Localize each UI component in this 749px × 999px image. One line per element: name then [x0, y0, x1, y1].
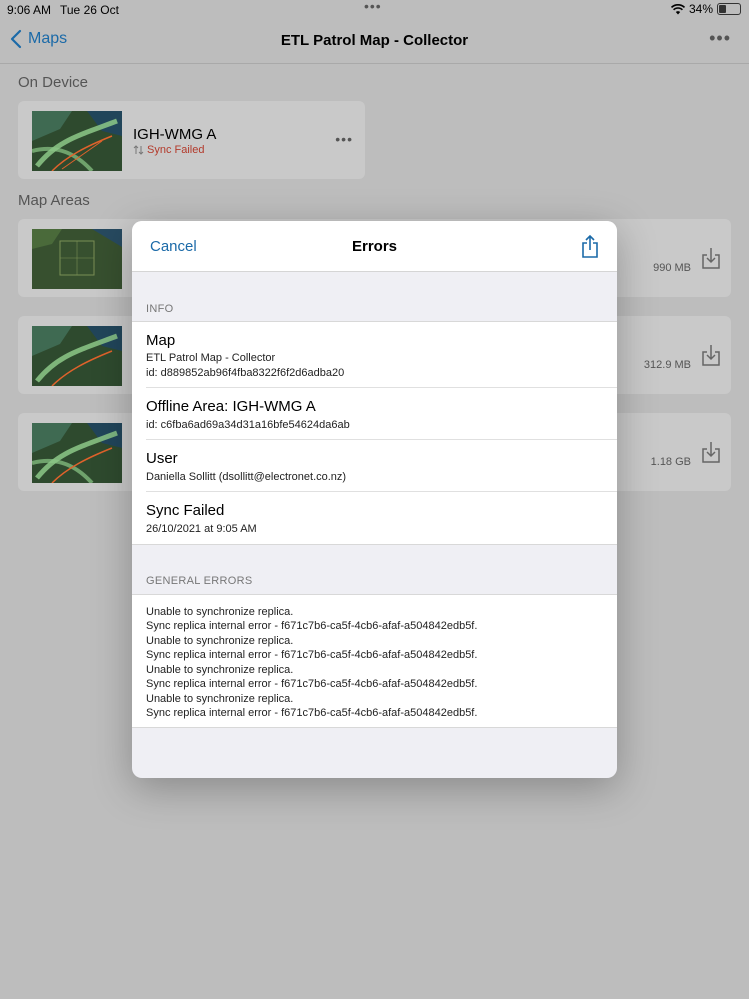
error-line: Unable to synchronize replica.	[146, 606, 294, 618]
status-date: Tue 26 Oct	[60, 3, 119, 17]
info-group: Map ETL Patrol Map - Collector id: d8898…	[132, 321, 617, 545]
download-icon[interactable]	[701, 247, 721, 269]
wifi-icon	[670, 3, 685, 14]
battery-icon	[717, 3, 741, 15]
map-thumbnail	[32, 229, 122, 289]
sync-icon	[133, 145, 144, 155]
multitasking-dots-icon[interactable]: •••	[364, 0, 382, 14]
map-thumbnail	[32, 326, 122, 386]
error-line: Sync replica internal error - f671c7b6-c…	[146, 707, 478, 719]
row-subtitle: id: c6fba6ad69a34d31a16bfe54624da6ab	[146, 419, 350, 431]
area-size: 312.9 MB	[643, 359, 691, 371]
map-thumbnail	[32, 423, 122, 483]
info-row-user: User Daniella Sollitt (dsollitt@electron…	[132, 440, 617, 492]
map-areas-label: Map Areas	[18, 192, 90, 209]
row-subtitle: id: d889852ab96f4fba8322f6f2d6adba20	[146, 367, 345, 379]
on-device-map-card[interactable]: IGH-WMG A Sync Failed •••	[18, 101, 365, 179]
card-more-icon[interactable]: •••	[335, 131, 353, 147]
more-icon[interactable]: •••	[709, 28, 731, 49]
info-row-map: Map ETL Patrol Map - Collector id: d8898…	[132, 322, 617, 388]
row-subtitle: ETL Patrol Map - Collector	[146, 352, 276, 364]
general-errors-header: GENERAL ERRORS	[146, 575, 253, 587]
row-title: Map	[146, 332, 176, 349]
error-line: Sync replica internal error - f671c7b6-c…	[146, 678, 478, 690]
error-line: Unable to synchronize replica.	[146, 693, 294, 705]
download-icon[interactable]	[701, 441, 721, 463]
info-row-offline-area: Offline Area: IGH-WMG A id: c6fba6ad69a3…	[132, 388, 617, 440]
modal-header: Cancel Errors	[132, 221, 617, 272]
status-time: 9:06 AM	[7, 3, 52, 17]
area-size: 1.18 GB	[650, 456, 691, 468]
download-icon[interactable]	[701, 344, 721, 366]
errors-modal: Cancel Errors INFO Map ETL Patrol Map - …	[132, 221, 617, 778]
row-subtitle: 26/10/2021 at 9:05 AM	[146, 523, 257, 535]
status-right: 34%	[670, 2, 741, 16]
modal-title: Errors	[351, 238, 398, 255]
error-line: Sync replica internal error - f671c7b6-c…	[146, 649, 478, 661]
page-title: ETL Patrol Map - Collector	[280, 32, 469, 49]
battery-fill	[719, 5, 726, 13]
area-size: 990 MB	[653, 262, 691, 274]
info-header: INFO	[146, 303, 174, 315]
error-line: Unable to synchronize replica.	[146, 635, 294, 647]
general-errors-group: Unable to synchronize replica. Sync repl…	[132, 594, 617, 728]
sync-status-text: Sync Failed	[147, 144, 205, 156]
error-line: Sync replica internal error - f671c7b6-c…	[146, 620, 478, 632]
battery-percent: 34%	[688, 2, 713, 16]
row-title: User	[146, 450, 178, 467]
row-subtitle: Daniella Sollitt (dsollitt@electronet.co…	[146, 471, 347, 483]
share-icon[interactable]	[581, 234, 599, 258]
error-line: Unable to synchronize replica.	[146, 664, 294, 676]
nav-bar: Maps ETL Patrol Map - Collector •••	[0, 20, 749, 64]
row-title: Offline Area: IGH-WMG A	[146, 398, 316, 415]
map-title: IGH-WMG A	[133, 126, 217, 143]
row-title: Sync Failed	[146, 502, 225, 519]
status-bar: 9:06 AM Tue 26 Oct ••• 34%	[0, 0, 749, 20]
map-thumbnail	[32, 111, 122, 171]
on-device-label: On Device	[18, 74, 89, 91]
info-row-sync-failed: Sync Failed 26/10/2021 at 9:05 AM	[132, 492, 617, 544]
sync-status: Sync Failed	[133, 144, 204, 156]
